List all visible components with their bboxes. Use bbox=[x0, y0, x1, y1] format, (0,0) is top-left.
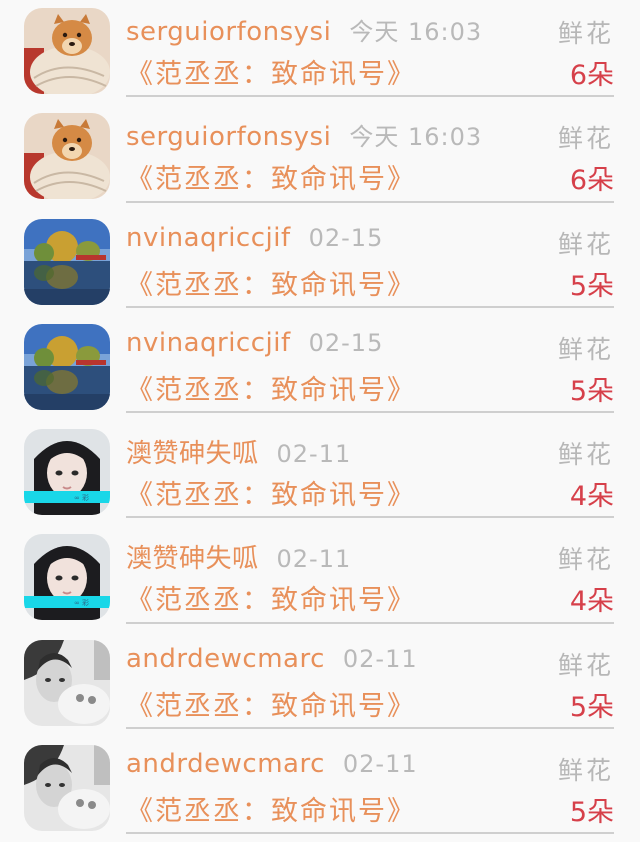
divider bbox=[126, 726, 614, 729]
bw-avatar-image bbox=[24, 639, 110, 726]
dog-avatar-image bbox=[24, 113, 110, 200]
book-title[interactable]: 《范丞丞：致命讯号》 bbox=[126, 157, 416, 196]
user-name[interactable]: nvinaqriccjif bbox=[126, 223, 291, 253]
gift-count: 6朵 bbox=[569, 165, 614, 197]
gift-label: 鲜花 bbox=[557, 334, 614, 364]
dog-avatar-image bbox=[24, 8, 110, 94]
bw-avatar-image bbox=[24, 744, 110, 831]
divider bbox=[126, 305, 614, 308]
gift-record-list: serguiorfonsysi 今天 16:03 《范丞丞：致命讯号》 鲜花 6… bbox=[0, 0, 640, 842]
user-name[interactable]: 澳赞砷失呱 bbox=[126, 433, 259, 470]
divider bbox=[126, 95, 614, 98]
timestamp: 02-11 bbox=[276, 545, 352, 574]
girl-avatar-image: ∞ 彩 bbox=[24, 534, 110, 621]
timestamp: 02-11 bbox=[276, 440, 352, 468]
user-name[interactable]: serguiorfonsysi bbox=[126, 122, 331, 152]
svg-text:∞ 彩: ∞ 彩 bbox=[74, 598, 89, 607]
user-name[interactable]: 澳赞砷失呱 bbox=[126, 538, 259, 575]
book-title[interactable]: 《范丞丞：致命讯号》 bbox=[126, 263, 416, 302]
gift-count: 4朵 bbox=[569, 586, 614, 618]
avatar[interactable]: ∞ 彩 bbox=[24, 534, 110, 621]
timestamp: 02-15 bbox=[308, 328, 384, 357]
timestamp: 02-11 bbox=[342, 644, 418, 673]
gift-label: 鲜花 bbox=[557, 19, 614, 48]
user-name[interactable]: andrdewcmarc bbox=[126, 644, 325, 674]
gift-label: 鲜花 bbox=[557, 124, 614, 154]
list-item[interactable]: nvinaqriccjif 02-15 《范丞丞：致命讯号》 鲜花 5朵 bbox=[0, 316, 640, 421]
book-title[interactable]: 《范丞丞：致命讯号》 bbox=[126, 578, 416, 617]
gift-label: 鲜花 bbox=[557, 440, 614, 469]
book-title[interactable]: 《范丞丞：致命讯号》 bbox=[126, 368, 416, 407]
svg-text:∞ 彩: ∞ 彩 bbox=[74, 493, 89, 502]
gift-count: 5朵 bbox=[569, 691, 614, 723]
gift-label: 鲜花 bbox=[557, 650, 614, 680]
divider bbox=[126, 621, 614, 624]
list-item[interactable]: serguiorfonsysi 今天 16:03 《范丞丞：致命讯号》 鲜花 6… bbox=[0, 105, 640, 210]
avatar[interactable]: ∞ 彩 bbox=[24, 429, 110, 515]
list-item[interactable]: andrdewcmarc 02-11 《范丞丞：致命讯号》 鲜花 5朵 bbox=[0, 632, 640, 737]
book-title[interactable]: 《范丞丞：致命讯号》 bbox=[126, 684, 416, 723]
gift-label: 鲜花 bbox=[557, 545, 614, 575]
list-item[interactable]: ∞ 彩 澳赞砷失呱 02-11 《范丞丞：致命讯号》 鲜花 4朵 bbox=[0, 421, 640, 526]
user-name[interactable]: serguiorfonsysi bbox=[126, 17, 331, 47]
divider bbox=[126, 516, 614, 519]
book-title[interactable]: 《范丞丞：致命讯号》 bbox=[126, 789, 416, 828]
timestamp: 今天 16:03 bbox=[349, 18, 483, 46]
lake-avatar-image bbox=[24, 323, 110, 410]
user-name[interactable]: andrdewcmarc bbox=[126, 749, 325, 779]
gift-count: 4朵 bbox=[569, 481, 614, 512]
gift-count: 6朵 bbox=[569, 60, 614, 91]
avatar[interactable] bbox=[24, 744, 110, 831]
avatar[interactable] bbox=[24, 8, 110, 94]
girl-avatar-image: ∞ 彩 bbox=[24, 429, 110, 515]
list-item[interactable]: ∞ 彩 澳赞砷失呱 02-11 《范丞丞：致命讯号》 鲜花 4朵 bbox=[0, 526, 640, 631]
divider bbox=[126, 200, 614, 203]
book-title[interactable]: 《范丞丞：致命讯号》 bbox=[126, 473, 416, 512]
avatar[interactable] bbox=[24, 218, 110, 305]
avatar[interactable] bbox=[24, 113, 110, 200]
user-name[interactable]: nvinaqriccjif bbox=[126, 328, 291, 358]
divider bbox=[126, 411, 614, 413]
book-title[interactable]: 《范丞丞：致命讯号》 bbox=[126, 52, 416, 91]
gift-count: 5朵 bbox=[569, 796, 614, 828]
timestamp: 今天 16:03 bbox=[349, 123, 483, 152]
lake-avatar-image bbox=[24, 218, 110, 305]
gift-count: 5朵 bbox=[569, 270, 614, 302]
list-item[interactable]: serguiorfonsysi 今天 16:03 《范丞丞：致命讯号》 鲜花 6… bbox=[0, 0, 640, 105]
gift-label: 鲜花 bbox=[557, 229, 614, 259]
timestamp: 02-15 bbox=[308, 223, 384, 252]
avatar[interactable] bbox=[24, 639, 110, 726]
avatar[interactable] bbox=[24, 323, 110, 410]
divider bbox=[126, 832, 614, 834]
gift-label: 鲜花 bbox=[557, 755, 614, 785]
timestamp: 02-11 bbox=[342, 749, 418, 778]
list-item[interactable]: nvinaqriccjif 02-15 《范丞丞：致命讯号》 鲜花 5朵 bbox=[0, 211, 640, 316]
list-item[interactable]: andrdewcmarc 02-11 《范丞丞：致命讯号》 鲜花 5朵 bbox=[0, 737, 640, 842]
gift-count: 5朵 bbox=[569, 375, 614, 407]
